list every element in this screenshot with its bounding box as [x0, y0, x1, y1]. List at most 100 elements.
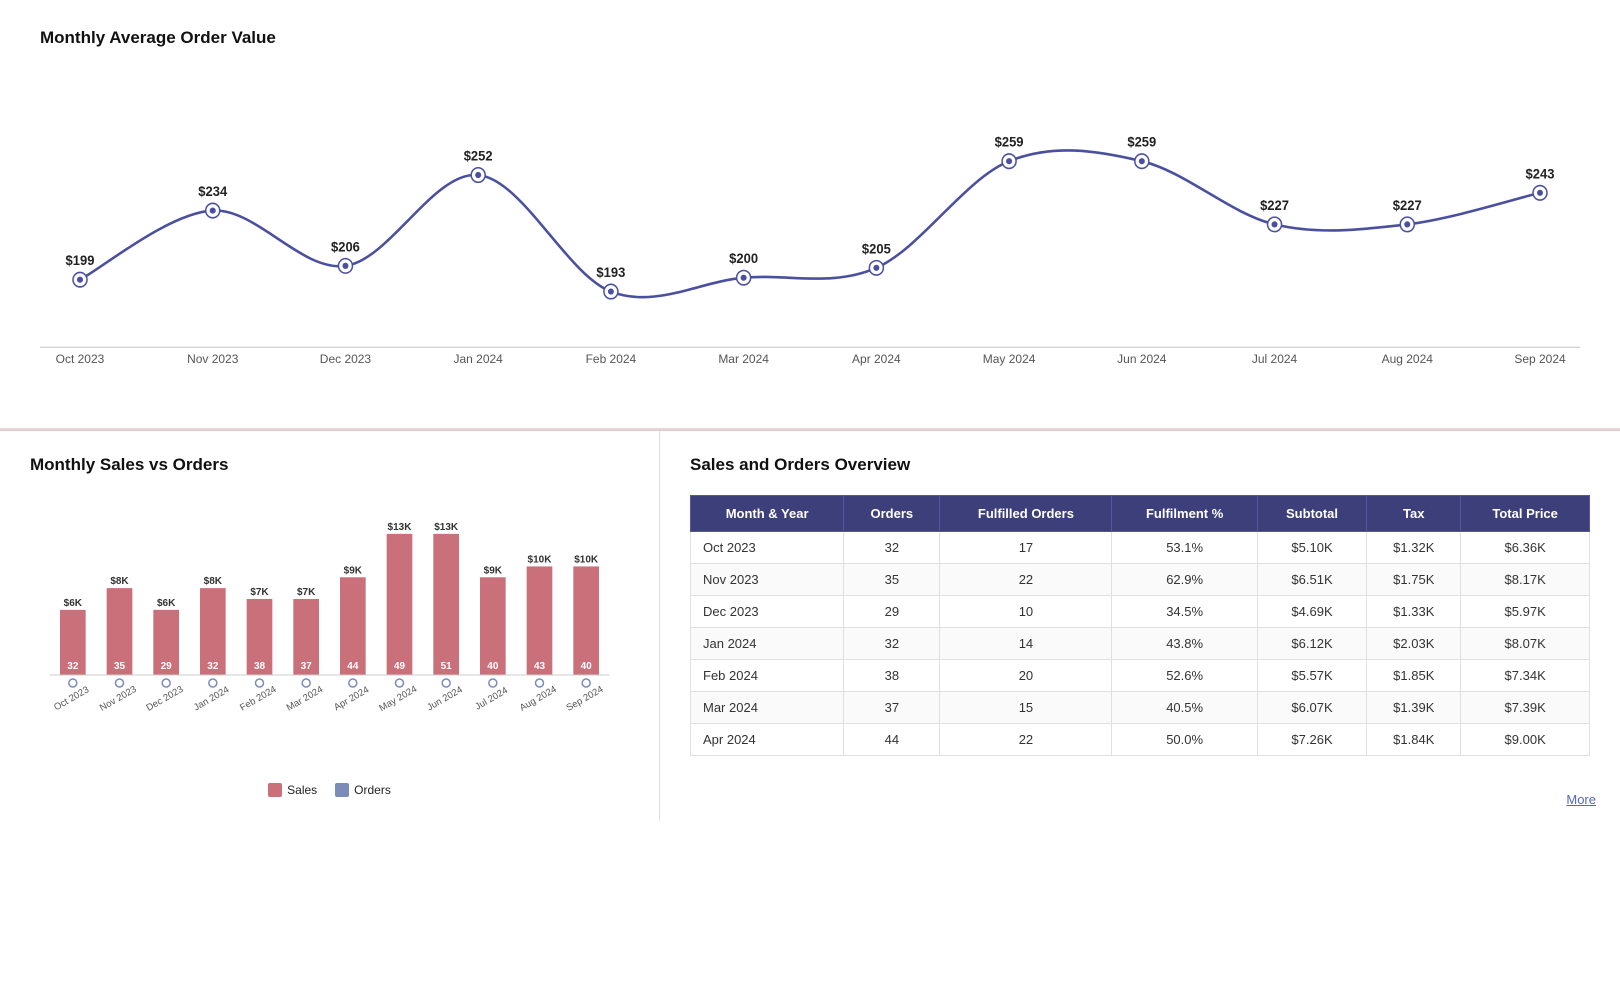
table-cell-0: Nov 2023 — [691, 564, 844, 596]
svg-text:Jul 2024: Jul 2024 — [473, 685, 510, 712]
table-cell-1: 32 — [844, 532, 940, 564]
col-fulfilled: Fulfilled Orders — [940, 496, 1112, 532]
bottom-section: Monthly Sales vs Orders $6K32Oct 2023$8K… — [0, 430, 1620, 821]
table-header-row: Month & Year Orders Fulfilled Orders Ful… — [691, 496, 1590, 532]
svg-text:May 2024: May 2024 — [983, 352, 1036, 366]
svg-text:Apr 2024: Apr 2024 — [852, 352, 901, 366]
col-tax: Tax — [1367, 496, 1461, 532]
svg-text:$243: $243 — [1526, 166, 1555, 181]
table-cell-3: 43.8% — [1112, 628, 1257, 660]
svg-text:$7K: $7K — [250, 587, 269, 598]
svg-text:$227: $227 — [1260, 198, 1289, 213]
table-cell-5: $1.33K — [1367, 596, 1461, 628]
svg-text:Mar 2024: Mar 2024 — [285, 684, 325, 714]
svg-text:32: 32 — [67, 661, 79, 672]
table-cell-6: $8.07K — [1461, 628, 1590, 660]
table-cell-6: $7.39K — [1461, 692, 1590, 724]
svg-text:44: 44 — [347, 661, 359, 672]
col-total: Total Price — [1461, 496, 1590, 532]
table-cell-1: 29 — [844, 596, 940, 628]
table-cell-6: $5.97K — [1461, 596, 1590, 628]
table-row: Dec 2023291034.5%$4.69K$1.33K$5.97K — [691, 596, 1590, 628]
svg-text:29: 29 — [161, 661, 173, 672]
svg-text:49: 49 — [394, 661, 406, 672]
svg-text:40: 40 — [581, 661, 593, 672]
overview-table: Month & Year Orders Fulfilled Orders Ful… — [690, 495, 1590, 756]
col-month: Month & Year — [691, 496, 844, 532]
table-cell-0: Feb 2024 — [691, 660, 844, 692]
table-cell-4: $5.57K — [1257, 660, 1366, 692]
col-subtotal: Subtotal — [1257, 496, 1366, 532]
table-cell-1: 38 — [844, 660, 940, 692]
svg-text:$193: $193 — [596, 265, 625, 280]
table-cell-2: 10 — [940, 596, 1112, 628]
svg-text:35: 35 — [114, 661, 126, 672]
svg-text:$7K: $7K — [297, 587, 316, 598]
svg-text:$9K: $9K — [344, 565, 363, 576]
svg-text:$9K: $9K — [484, 565, 503, 576]
svg-text:40: 40 — [487, 661, 499, 672]
table-row: Apr 2024442250.0%$7.26K$1.84K$9.00K — [691, 724, 1590, 756]
svg-text:$206: $206 — [331, 239, 360, 254]
sales-legend-label: Sales — [287, 783, 317, 797]
col-pct: Fulfilment % — [1112, 496, 1257, 532]
bar-chart-legend: Sales Orders — [30, 783, 629, 797]
svg-text:32: 32 — [207, 661, 219, 672]
more-link[interactable]: More — [1566, 792, 1596, 807]
orders-legend-color — [335, 783, 349, 797]
svg-text:Jun 2024: Jun 2024 — [1117, 352, 1167, 366]
table-cell-3: 53.1% — [1112, 532, 1257, 564]
svg-text:Sep 2024: Sep 2024 — [565, 684, 606, 714]
table-cell-2: 15 — [940, 692, 1112, 724]
svg-text:$252: $252 — [464, 148, 493, 163]
table-cell-3: 62.9% — [1112, 564, 1257, 596]
line-chart-title: Monthly Average Order Value — [40, 28, 1580, 48]
col-orders: Orders — [844, 496, 940, 532]
table-cell-5: $1.39K — [1367, 692, 1461, 724]
svg-text:May 2024: May 2024 — [377, 684, 419, 714]
svg-text:Oct 2023: Oct 2023 — [56, 352, 105, 366]
sales-legend-color — [268, 783, 282, 797]
table-cell-2: 22 — [940, 564, 1112, 596]
svg-text:Aug 2024: Aug 2024 — [518, 684, 559, 714]
svg-text:Nov 2023: Nov 2023 — [187, 352, 238, 366]
svg-text:Jun 2024: Jun 2024 — [425, 684, 464, 713]
svg-text:Oct 2023: Oct 2023 — [52, 684, 91, 713]
page: Monthly Average Order Value $199 Oct 2023… — [0, 0, 1620, 994]
overview-title: Sales and Orders Overview — [690, 455, 1590, 475]
table-row: Jan 2024321443.8%$6.12K$2.03K$8.07K — [691, 628, 1590, 660]
table-cell-6: $9.00K — [1461, 724, 1590, 756]
table-cell-3: 52.6% — [1112, 660, 1257, 692]
svg-text:$259: $259 — [1127, 135, 1156, 150]
svg-text:Apr 2024: Apr 2024 — [332, 684, 371, 713]
svg-text:Nov 2023: Nov 2023 — [98, 684, 139, 714]
svg-text:$259: $259 — [995, 135, 1024, 150]
bar-chart-container: $6K32Oct 2023$8K35Nov 2023$6K29Dec 2023$… — [30, 495, 629, 775]
table-cell-0: Mar 2024 — [691, 692, 844, 724]
table-cell-4: $4.69K — [1257, 596, 1366, 628]
table-cell-0: Dec 2023 — [691, 596, 844, 628]
table-cell-2: 22 — [940, 724, 1112, 756]
table-cell-0: Oct 2023 — [691, 532, 844, 564]
svg-text:37: 37 — [301, 661, 313, 672]
svg-text:Aug 2024: Aug 2024 — [1382, 352, 1434, 366]
line-chart-svg: $199Oct 2023$234Nov 2023$206Dec 2023$252… — [40, 68, 1580, 368]
svg-text:$234: $234 — [198, 184, 228, 199]
table-cell-3: 34.5% — [1112, 596, 1257, 628]
table-cell-5: $1.84K — [1367, 724, 1461, 756]
svg-text:43: 43 — [534, 661, 546, 672]
table-cell-1: 35 — [844, 564, 940, 596]
svg-text:$10K: $10K — [528, 554, 553, 565]
table-cell-1: 37 — [844, 692, 940, 724]
svg-text:$227: $227 — [1393, 198, 1422, 213]
svg-text:$199: $199 — [66, 253, 95, 268]
svg-text:38: 38 — [254, 661, 266, 672]
table-cell-5: $2.03K — [1367, 628, 1461, 660]
table-cell-5: $1.32K — [1367, 532, 1461, 564]
svg-text:$10K: $10K — [574, 554, 599, 565]
table-cell-4: $7.26K — [1257, 724, 1366, 756]
svg-text:Feb 2024: Feb 2024 — [238, 684, 278, 714]
top-section: Monthly Average Order Value $199 Oct 2023… — [0, 0, 1620, 430]
table-cell-4: $5.10K — [1257, 532, 1366, 564]
table-cell-6: $7.34K — [1461, 660, 1590, 692]
